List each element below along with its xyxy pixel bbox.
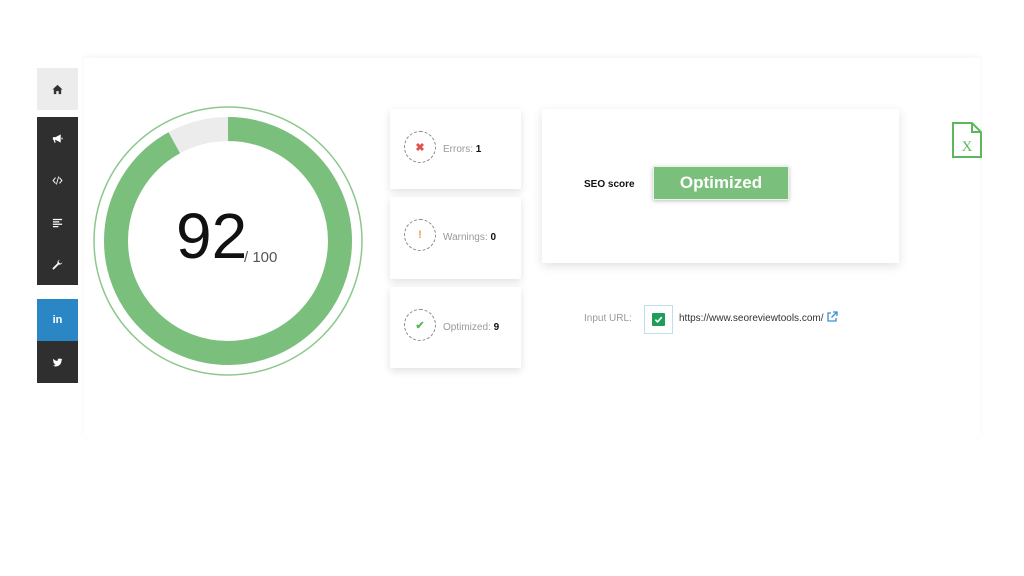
optimized-stat: Optimized: 9	[443, 322, 499, 333]
errors-label: Errors:	[443, 144, 473, 155]
score-value: 92	[176, 200, 248, 272]
warning-icon: !	[404, 219, 436, 251]
sidebar-twitter-button[interactable]	[37, 341, 78, 383]
megaphone-icon	[52, 133, 63, 143]
optimized-card: ✔ Optimized: 9	[390, 287, 521, 368]
sidebar: in	[37, 68, 78, 383]
optimized-label: Optimized:	[443, 322, 491, 333]
errors-card: ✖ Errors: 1	[390, 109, 521, 189]
errors-stat: Errors: 1	[443, 144, 481, 155]
sidebar-linkedin-button[interactable]: in	[37, 299, 78, 341]
external-link-icon[interactable]	[826, 311, 838, 323]
warnings-card: ! Warnings: 0	[390, 197, 521, 279]
sidebar-list-button[interactable]	[37, 201, 78, 243]
sidebar-announce-button[interactable]	[37, 117, 78, 159]
sidebar-tools-button[interactable]	[37, 243, 78, 285]
score-gauge: 92 / 100	[93, 106, 363, 376]
optimized-count: 9	[493, 322, 500, 333]
errors-count: 1	[475, 144, 482, 155]
align-left-icon	[52, 218, 63, 227]
twitter-icon	[52, 357, 63, 366]
sidebar-code-button[interactable]	[37, 159, 78, 201]
checkbox-checked-icon	[652, 313, 665, 326]
sidebar-home-button[interactable]	[37, 68, 78, 110]
linkedin-icon: in	[52, 314, 63, 326]
code-icon	[52, 175, 63, 185]
seo-score-box: SEO score Optimized	[542, 109, 899, 263]
warnings-count: 0	[490, 232, 496, 243]
error-icon: ✖	[404, 131, 436, 163]
wrench-icon	[52, 259, 63, 269]
check-icon: ✔	[404, 309, 436, 341]
warnings-stat: Warnings: 0	[443, 232, 496, 243]
url-checkbox[interactable]	[644, 305, 673, 334]
home-icon	[52, 84, 63, 94]
excel-export-icon[interactable]: X	[951, 122, 983, 158]
input-url-value: https://www.seoreviewtools.com/	[679, 313, 824, 324]
excel-letter: X	[962, 139, 973, 155]
seo-score-label: SEO score	[584, 179, 635, 190]
warnings-label: Warnings:	[443, 232, 488, 243]
seo-status-badge: Optimized	[653, 166, 789, 200]
score-max: / 100	[244, 249, 278, 266]
input-url-label: Input URL:	[584, 313, 632, 324]
